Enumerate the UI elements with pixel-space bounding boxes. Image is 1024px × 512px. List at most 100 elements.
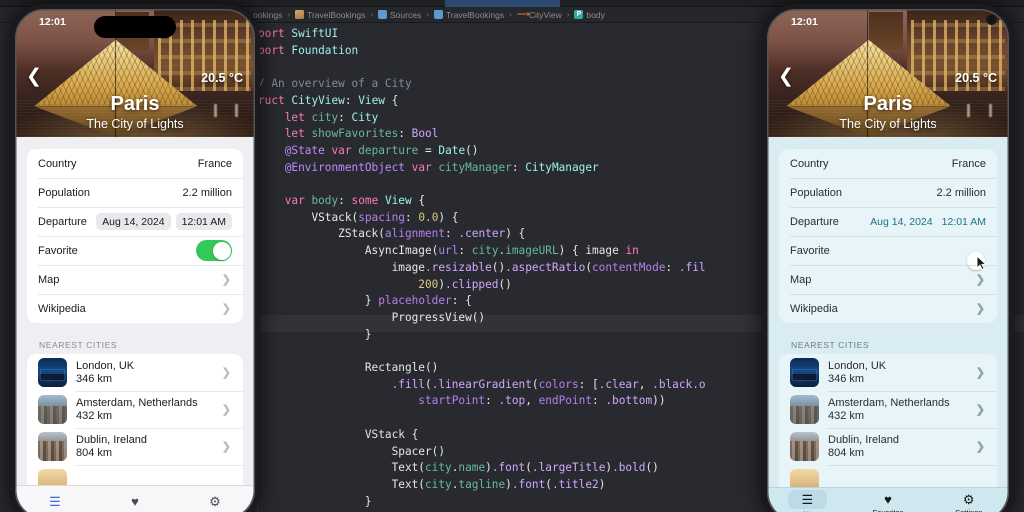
row-population: Population 2.2 million	[779, 178, 997, 207]
row-map[interactable]: Map ❯	[779, 265, 997, 294]
breadcrumb-label: CityView	[529, 10, 562, 20]
row-label: Wikipedia	[790, 303, 838, 315]
city-distance: 346 km	[76, 373, 222, 385]
date-picker-date[interactable]: Aug 14, 2024	[96, 213, 170, 230]
city-hero-image: 12:01 ❮ 20.5 °C Paris The City of Lights	[15, 9, 255, 137]
breadcrumb-separator: ›	[287, 10, 290, 19]
page-title: Paris	[15, 93, 255, 116]
date-picker-date[interactable]: Aug 14, 2024	[866, 216, 932, 228]
city-name: Amsterdam, Netherlands	[76, 397, 222, 409]
breadcrumb-item-5[interactable]: P body	[574, 10, 604, 20]
row-country: Country France	[779, 149, 997, 178]
chevron-right-icon: ❯	[976, 302, 985, 315]
city-thumbnail	[790, 432, 819, 461]
chevron-right-icon: ❯	[222, 440, 231, 453]
date-picker-time[interactable]: 12:01 AM	[176, 213, 232, 230]
city-text: London, UK 346 km	[76, 360, 222, 385]
tab-cities[interactable]: ☰	[15, 495, 95, 510]
tab-settings[interactable]: ⚙ Settings	[928, 493, 1009, 512]
active-editor-tab[interactable]	[445, 0, 560, 7]
city-text: Dublin, Ireland 804 km	[76, 434, 222, 459]
breadcrumb-label: TravelBookings	[307, 10, 365, 20]
city-thumbnail	[38, 358, 67, 387]
row-label: Population	[38, 187, 90, 199]
back-button[interactable]: ❮	[778, 67, 794, 86]
tab-bar[interactable]: ☰ Cities ♥ Favorites ⚙ Settings	[767, 487, 1009, 512]
tab-favorites[interactable]: ♥	[95, 495, 175, 510]
chevron-right-icon: ❯	[222, 403, 231, 416]
breadcrumb-separator: ›	[370, 10, 373, 19]
list-item[interactable]: London, UK 346 km ❯	[27, 354, 243, 391]
city-hero-image: 12:01 ❮ 20.5 °C Paris The City of Lights	[767, 9, 1009, 137]
row-map[interactable]: Map ❯	[27, 265, 243, 294]
preview-canvas-right[interactable]: 12:01 ❮ 20.5 °C Paris The City of Lights…	[762, 4, 1014, 512]
folder-icon	[434, 10, 443, 19]
tab-favorites[interactable]: ♥ Favorites	[848, 493, 929, 512]
city-name: Dublin, Ireland	[76, 434, 222, 446]
list-item[interactable]: London, UK 346 km ❯	[779, 354, 997, 391]
row-population: Population 2.2 million	[27, 178, 243, 207]
row-label: Favorite	[38, 245, 78, 257]
city-text: Dublin, Ireland 804 km	[828, 434, 976, 459]
back-button[interactable]: ❮	[26, 67, 42, 86]
property-icon: P	[574, 10, 583, 19]
date-picker-time[interactable]: 12:01 AM	[938, 216, 986, 228]
simulator-left[interactable]: 12:01 ❮ 20.5 °C Paris The City of Lights…	[10, 4, 260, 512]
tab-settings[interactable]: ⚙	[175, 495, 255, 510]
chevron-right-icon: ❯	[222, 302, 231, 315]
toggle-knob	[213, 242, 231, 260]
section-header-nearest-cities: NEAREST CITIES	[15, 335, 255, 354]
status-bar: 12:01	[767, 9, 1009, 35]
tab-cities[interactable]: ☰ Cities	[767, 490, 848, 512]
list-item[interactable]: Dublin, Ireland 804 km ❯	[27, 428, 243, 465]
favorite-toggle[interactable]	[196, 240, 232, 261]
row-label: Population	[790, 187, 842, 199]
chevron-right-icon: ❯	[222, 273, 231, 286]
page-subtitle: The City of Lights	[767, 117, 1009, 131]
city-name: Dublin, Ireland	[828, 434, 976, 446]
row-departure[interactable]: Departure Aug 14, 2024 12:01 AM	[779, 207, 997, 236]
tab-bar[interactable]: ☰ ♥ ⚙	[15, 485, 255, 512]
list-icon: ☰	[788, 490, 828, 509]
status-time: 12:01	[791, 16, 818, 28]
city-thumbnail	[790, 358, 819, 387]
chevron-right-icon: ❯	[222, 366, 231, 379]
nearest-cities-card: London, UK 346 km ❯ Amsterdam, Netherlan…	[27, 354, 243, 502]
temperature-label: 20.5 °C	[201, 71, 243, 85]
row-label: Departure	[38, 216, 87, 228]
row-label: Map	[38, 274, 59, 286]
row-wikipedia[interactable]: Wikipedia ❯	[27, 294, 243, 323]
breadcrumb-item-2[interactable]: Sources	[378, 10, 421, 20]
gear-icon: ⚙	[963, 493, 975, 507]
detail-list[interactable]: Country France Population 2.2 million De…	[15, 137, 255, 512]
row-favorite[interactable]: Favorite	[27, 236, 243, 265]
row-wikipedia[interactable]: Wikipedia ❯	[779, 294, 997, 323]
city-distance: 804 km	[76, 447, 222, 459]
chevron-right-icon: ❯	[976, 440, 985, 453]
list-icon: ☰	[49, 495, 61, 509]
swift-file-icon: ⟶	[517, 10, 526, 19]
row-favorite[interactable]: Favorite	[779, 236, 997, 265]
breadcrumb-item-3[interactable]: TravelBookings	[434, 10, 504, 20]
detail-list[interactable]: Country France Population 2.2 million De…	[767, 137, 1009, 512]
source-code[interactable]: port SwiftUI port Foundation / An overvi…	[258, 26, 706, 510]
row-value: 2.2 million	[936, 187, 986, 199]
breadcrumb-item-1[interactable]: TravelBookings	[295, 10, 365, 20]
chevron-right-icon: ❯	[976, 366, 985, 379]
city-text: Amsterdam, Netherlands 432 km	[828, 397, 976, 422]
simulator-left-screen[interactable]: 12:01 ❮ 20.5 °C Paris The City of Lights…	[15, 9, 255, 512]
list-item[interactable]: Amsterdam, Netherlands 432 km ❯	[27, 391, 243, 428]
list-item[interactable]: Dublin, Ireland 804 km ❯	[779, 428, 997, 465]
tab-label: Favorites	[873, 508, 904, 512]
row-departure[interactable]: Departure Aug 14, 2024 12:01 AM	[27, 207, 243, 236]
row-label: Wikipedia	[38, 303, 86, 315]
breadcrumb-item-4[interactable]: ⟶ CityView	[517, 10, 562, 20]
list-item[interactable]: Amsterdam, Netherlands 432 km ❯	[779, 391, 997, 428]
breadcrumb-separator: ›	[426, 10, 429, 19]
preview-right-screen[interactable]: 12:01 ❮ 20.5 °C Paris The City of Lights…	[767, 9, 1009, 512]
screen-root: ...ookings › TravelBookings › Sources › …	[0, 0, 1024, 512]
row-value: France	[952, 158, 986, 170]
city-thumbnail	[790, 395, 819, 424]
city-distance: 432 km	[828, 410, 976, 422]
temperature-label: 20.5 °C	[955, 71, 997, 85]
